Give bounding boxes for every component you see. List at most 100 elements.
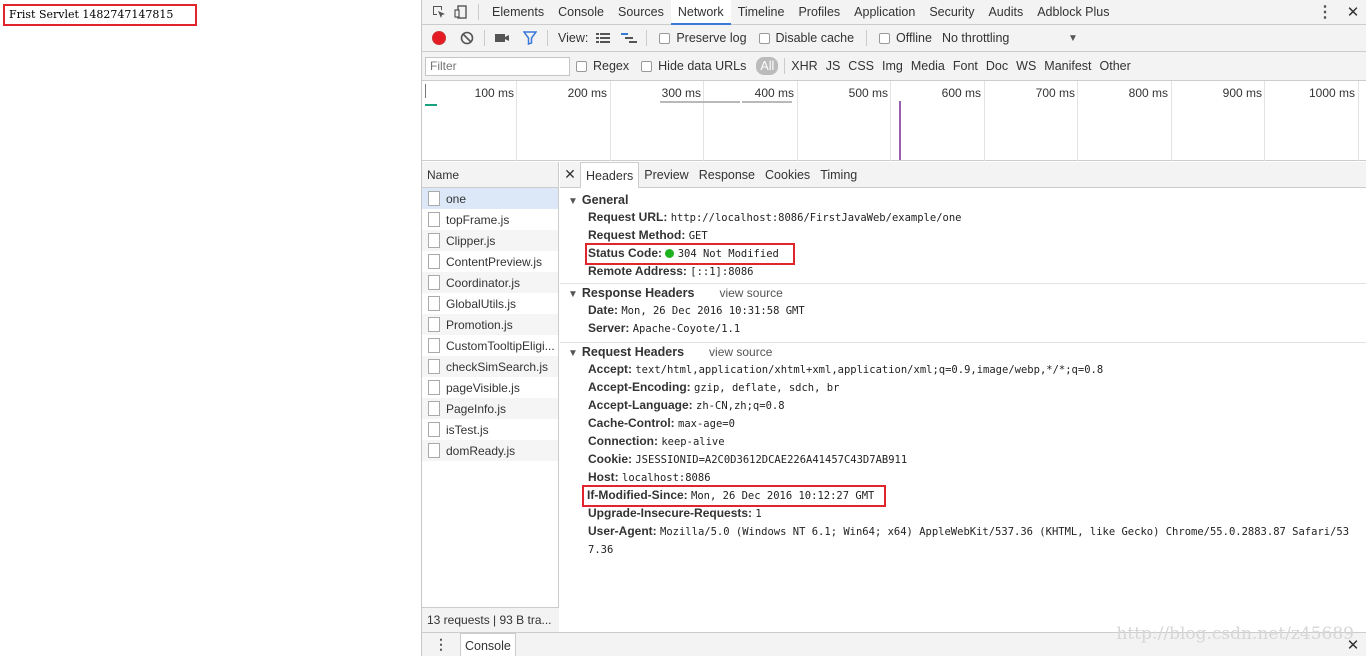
timeline-gridline: [1264, 81, 1265, 161]
tab-network[interactable]: Network: [670, 0, 731, 25]
watermark: http://blog.csdn.net/z45689: [1116, 624, 1354, 644]
tab-preview[interactable]: Preview: [639, 162, 693, 188]
timeline-tick-label: 100 ms: [474, 86, 514, 100]
request-row[interactable]: Promotion.js: [422, 314, 558, 335]
clear-icon[interactable]: [456, 27, 478, 49]
timeline-gridline: [797, 81, 798, 161]
devtools-panel: Elements Console Sources Network Timelin…: [421, 0, 1366, 656]
drawer-menu-icon[interactable]: ⋮: [434, 636, 448, 653]
timeline-tick-label: 200 ms: [567, 86, 607, 100]
expand-triangle-icon: ▼: [568, 196, 578, 207]
general-section: ▼ General Request URL: http://localhost:8…: [560, 192, 1366, 281]
filter-type-media[interactable]: Media: [907, 57, 949, 75]
tab-elements[interactable]: Elements: [485, 0, 551, 25]
request-name: topFrame.js: [446, 212, 510, 227]
tab-cookies[interactable]: Cookies: [760, 162, 815, 188]
view-source-link[interactable]: view source: [709, 345, 772, 359]
request-row[interactable]: isTest.js: [422, 419, 558, 440]
drawer-tab-console[interactable]: Console: [460, 633, 516, 656]
request-name: GlobalUtils.js: [446, 296, 517, 311]
request-row[interactable]: PageInfo.js: [422, 398, 558, 419]
filter-type-img[interactable]: Img: [878, 57, 907, 75]
tab-application[interactable]: Application: [847, 0, 922, 25]
filter-icon[interactable]: [519, 27, 541, 49]
header-row: Request URL: http://localhost:8086/First…: [560, 209, 1366, 227]
tab-response[interactable]: Response: [694, 162, 760, 188]
divider: [478, 4, 479, 20]
document-icon: [428, 338, 440, 353]
regex-checkbox[interactable]: Regex: [576, 59, 629, 73]
request-name: isTest.js: [446, 422, 489, 437]
tab-audits[interactable]: Audits: [981, 0, 1030, 25]
expand-triangle-icon: ▼: [568, 289, 578, 300]
timeline-cursor: [425, 84, 426, 98]
device-toolbar-icon[interactable]: [450, 1, 472, 23]
chevron-down-icon: ▼: [1068, 32, 1078, 44]
header-row: Host: localhost:8086: [560, 469, 1366, 487]
filter-type-font[interactable]: Font: [949, 57, 982, 75]
response-headers-header[interactable]: ▼ Response Headers view source: [560, 285, 1366, 302]
request-headers-header[interactable]: ▼ Request Headers view source: [560, 344, 1366, 361]
throttling-value: No throttling: [941, 31, 1010, 45]
divider: [547, 30, 548, 46]
close-details-icon[interactable]: ✕: [560, 166, 580, 183]
request-row[interactable]: domReady.js: [422, 440, 558, 461]
request-row[interactable]: topFrame.js: [422, 209, 558, 230]
filter-type-other[interactable]: Other: [1096, 57, 1135, 75]
general-header[interactable]: ▼ General: [560, 192, 1366, 209]
offline-checkbox[interactable]: Offline: [879, 31, 932, 45]
request-row[interactable]: GlobalUtils.js: [422, 293, 558, 314]
request-row[interactable]: pageVisible.js: [422, 377, 558, 398]
header-value: keep-alive: [661, 436, 725, 448]
more-options-icon[interactable]: ⋮: [1311, 2, 1339, 22]
timeline-gridline: [610, 81, 611, 161]
header-value: 1: [755, 508, 762, 520]
tab-console[interactable]: Console: [551, 0, 611, 25]
request-name: Coordinator.js: [446, 275, 521, 290]
request-name: PageInfo.js: [446, 401, 507, 416]
request-row[interactable]: ContentPreview.js: [422, 251, 558, 272]
divider: [560, 342, 1366, 343]
request-row-one[interactable]: one: [422, 188, 558, 209]
tab-timeline[interactable]: Timeline: [731, 0, 792, 25]
filter-type-manifest[interactable]: Manifest: [1040, 57, 1095, 75]
header-row: Request Method: GET: [560, 227, 1366, 245]
filter-type-ws[interactable]: WS: [1012, 57, 1040, 75]
hide-data-urls-checkbox[interactable]: Hide data URLs: [641, 59, 746, 73]
section-title: General: [581, 193, 629, 207]
capture-screenshots-icon[interactable]: [491, 27, 513, 49]
disable-cache-checkbox[interactable]: Disable cache: [758, 31, 854, 45]
request-row[interactable]: CustomTooltipEligi...: [422, 335, 558, 356]
request-row[interactable]: checkSimSearch.js: [422, 356, 558, 377]
filter-type-xhr[interactable]: XHR: [787, 57, 821, 75]
waterfall-overview-icon[interactable]: [618, 27, 640, 49]
tab-timing[interactable]: Timing: [815, 162, 862, 188]
filter-type-js[interactable]: JS: [822, 57, 845, 75]
tab-adblock-plus[interactable]: Adblock Plus: [1030, 0, 1116, 25]
header-row: Accept-Encoding: gzip, deflate, sdch, br: [560, 379, 1366, 397]
request-row[interactable]: Clipper.js: [422, 230, 558, 251]
inspect-element-icon[interactable]: [428, 1, 450, 23]
request-row[interactable]: Coordinator.js: [422, 272, 558, 293]
filter-input[interactable]: [425, 56, 570, 76]
tab-security[interactable]: Security: [922, 0, 981, 25]
record-icon[interactable]: [428, 27, 450, 49]
tab-headers[interactable]: Headers: [580, 161, 640, 188]
preserve-log-checkbox[interactable]: Preserve log: [659, 31, 747, 45]
header-row: Cookie: JSESSIONID=A2C0D3612DCAE226A4145…: [560, 451, 1366, 469]
header-key: Accept:: [588, 362, 633, 376]
close-devtools-icon[interactable]: ✕: [1339, 3, 1366, 21]
filter-type-css[interactable]: CSS: [844, 57, 878, 75]
network-overview-timeline[interactable]: 100 ms 200 ms 300 ms 400 ms 500 ms 600 m…: [422, 81, 1366, 161]
tab-profiles[interactable]: Profiles: [791, 0, 847, 25]
tab-sources[interactable]: Sources: [611, 0, 671, 25]
large-rows-icon[interactable]: [592, 27, 614, 49]
throttling-select[interactable]: No throttling ▼: [938, 31, 1078, 45]
requests-summary: 13 requests | 93 B tra...: [422, 607, 559, 632]
filter-type-doc[interactable]: Doc: [982, 57, 1012, 75]
view-source-link[interactable]: view source: [719, 286, 782, 300]
filter-type-all[interactable]: All: [756, 57, 779, 75]
timeline-request-bar: [425, 104, 437, 106]
timeline-tick-label: 1000 ms: [1308, 86, 1355, 100]
name-column-header[interactable]: Name: [422, 162, 558, 188]
